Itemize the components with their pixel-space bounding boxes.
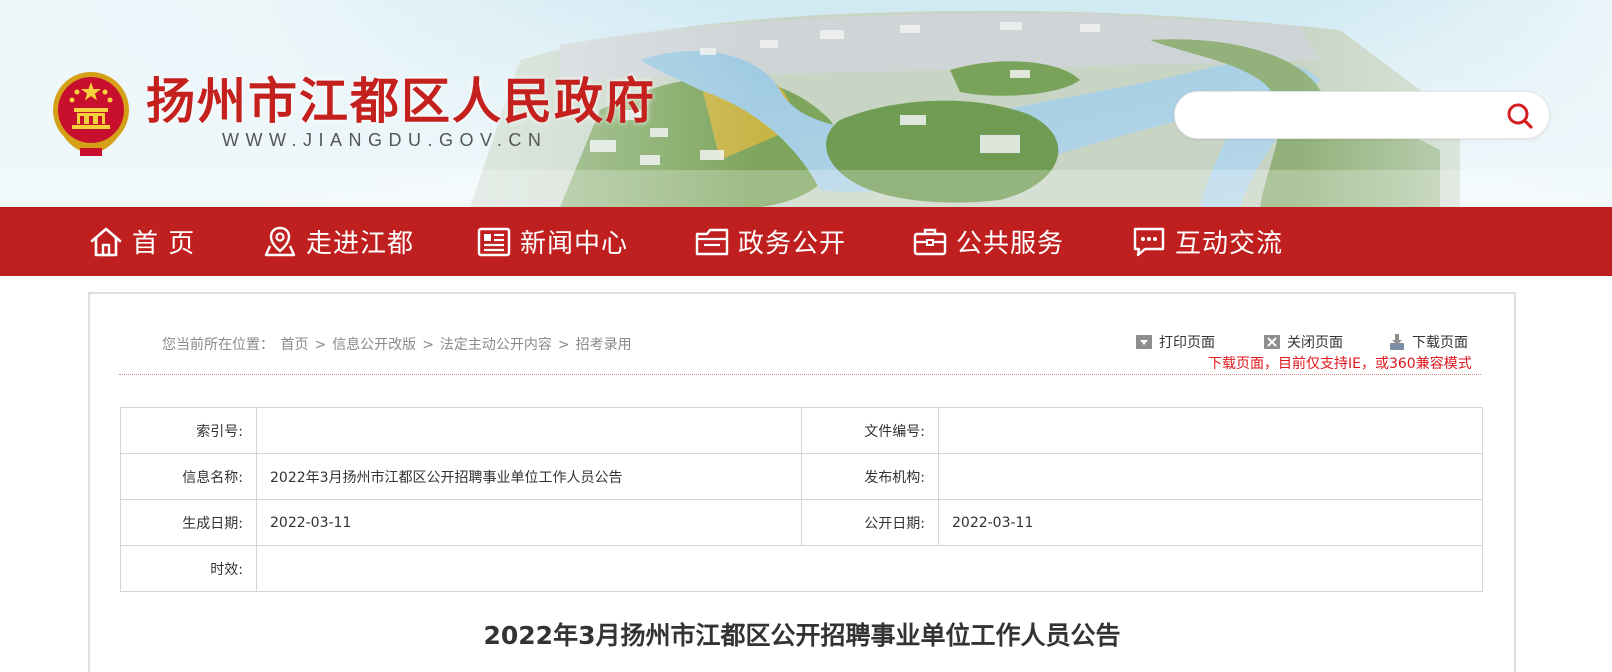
close-page-button[interactable]: 关闭页面 [1263,332,1343,352]
publisher-label: 发布机构: [801,453,939,500]
breadcrumb-separator: > [314,337,327,353]
breadcrumb-link-recruitment[interactable]: 招考录用 [576,337,632,353]
close-icon [1264,335,1280,349]
nav-item-government-affairs[interactable]: 政务公开 [694,207,846,276]
nav-item-label: 公共服务 [956,229,1065,259]
nav-item-label: 新闻中心 [520,229,629,259]
nav-item-label: 首 页 [132,229,196,259]
site-url: WWW.JIANGDU.GOV.CN [222,130,548,150]
dotted-divider [119,374,1481,375]
breadcrumb-prefix: 您当前所在位置： [162,337,274,353]
print-page-label: 打印页面 [1159,335,1215,351]
close-page-label: 关闭页面 [1287,335,1343,351]
download-icon [1390,334,1404,350]
metadata-table: 索引号: 文件编号: 信息名称: 2022年3月扬州市江都区公开招聘事业单位工作… [120,407,1483,592]
search-icon[interactable] [1506,102,1534,130]
nav-item-label: 政务公开 [738,229,847,259]
index-value [256,407,802,454]
table-row: 索引号: 文件编号: [120,407,1483,454]
public-date-label: 公开日期: [801,499,939,546]
nav-item-interaction[interactable]: 互动交流 [1131,207,1283,276]
created-date-value: 2022-03-11 [256,499,802,546]
national-emblem-logo [53,72,129,156]
article-title: 2022年3月扬州市江都区公开招聘事业单位工作人员公告 [483,621,1121,650]
breadcrumb-link-info-public[interactable]: 信息公开改版 [332,337,416,353]
folder-icon [695,228,729,255]
table-row: 生成日期: 2022-03-11 公开日期: 2022-03-11 [120,499,1483,546]
main-nav: 首 页 走进江都 新闻中心 政务公开 公共服务 互动交流 [0,207,1612,276]
breadcrumb: 您当前所在位置： 首页 > 信息公开改版 > 法定主动公开内容 > 招考录用 [162,334,632,354]
download-notice: 下载页面，目前仅支持IE，或360兼容模式 [1208,356,1472,372]
print-icon [1136,335,1152,349]
info-name-label: 信息名称: [120,453,257,500]
breadcrumb-separator: > [422,337,434,353]
table-row: 时效: [120,545,1483,592]
search-input[interactable] [1193,100,1493,130]
map-pin-icon [264,226,296,256]
doc-number-value [938,407,1483,454]
newspaper-icon [477,227,511,256]
breadcrumb-link-home[interactable]: 首页 [280,337,308,353]
table-row: 信息名称: 2022年3月扬州市江都区公开招聘事业单位工作人员公告 发布机构: [120,453,1483,500]
nav-item-label: 走进江都 [306,229,415,259]
nav-item-label: 互动交流 [1175,229,1284,259]
home-icon [90,227,122,256]
nav-item-news[interactable]: 新闻中心 [476,207,628,276]
nav-item-about[interactable]: 走进江都 [262,207,414,276]
download-page-button[interactable]: 下载页面 [1388,332,1468,352]
chat-icon [1133,227,1165,256]
briefcase-icon [913,228,947,255]
public-date-value: 2022-03-11 [938,499,1483,546]
site-title: 扬州市江都区人民政府 [146,73,657,130]
print-page-button[interactable]: 打印页面 [1135,332,1215,352]
validity-value [256,545,1483,592]
breadcrumb-separator: > [557,337,570,353]
created-date-label: 生成日期: [120,499,257,546]
nav-item-home[interactable]: 首 页 [88,207,195,276]
article-container: 您当前所在位置： 首页 > 信息公开改版 > 法定主动公开内容 > 招考录用 打印页面 关闭… [88,292,1516,672]
page: 扬州市江都区人民政府 WWW.JIANGDU.GOV.CN 首 页 走进江都 新… [0,0,1612,672]
breadcrumb-link-statutory-content[interactable]: 法定主动公开内容 [440,337,552,353]
nav-item-public-service[interactable]: 公共服务 [912,207,1064,276]
info-name-value: 2022年3月扬州市江都区公开招聘事业单位工作人员公告 [256,453,802,500]
site-header: 扬州市江都区人民政府 WWW.JIANGDU.GOV.CN [0,0,1612,207]
index-label: 索引号: [120,407,257,454]
download-page-label: 下载页面 [1412,335,1468,351]
search-box [1174,91,1550,139]
doc-number-label: 文件编号: [801,407,939,454]
validity-label: 时效: [120,545,257,592]
publisher-value [938,453,1483,500]
